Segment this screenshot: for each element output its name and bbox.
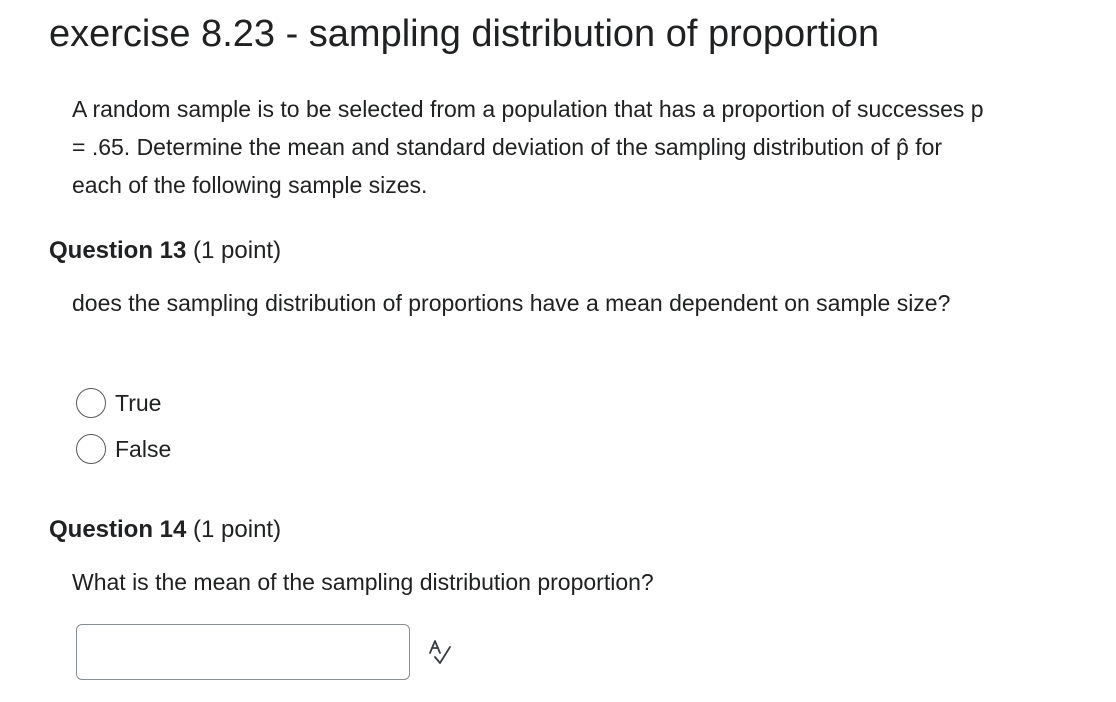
answer-input[interactable] xyxy=(76,624,410,680)
question-14-header: Question 14 (1 point) xyxy=(49,513,281,547)
option-true[interactable]: True xyxy=(76,386,161,420)
question-14-points: (1 point) xyxy=(186,516,282,543)
option-true-label[interactable]: True xyxy=(115,390,161,417)
option-false[interactable]: False xyxy=(76,432,171,466)
question-13-points: (1 point) xyxy=(186,237,282,264)
radio-true[interactable] xyxy=(76,388,106,418)
page-title: exercise 8.23 - sampling distribution of… xyxy=(49,13,880,55)
option-false-label[interactable]: False xyxy=(115,436,171,463)
radio-false[interactable] xyxy=(76,434,106,464)
question-14-label: Question 14 xyxy=(49,516,187,543)
question-13-text: does the sampling distribution of propor… xyxy=(72,290,951,316)
spell-check-icon[interactable] xyxy=(426,638,454,666)
question-13-label: Question 13 xyxy=(49,237,187,264)
exercise-intro: A random sample is to be selected from a… xyxy=(72,96,984,198)
question-13-header: Question 13 (1 point) xyxy=(49,234,281,268)
question-14-text: What is the mean of the sampling distrib… xyxy=(72,569,654,595)
